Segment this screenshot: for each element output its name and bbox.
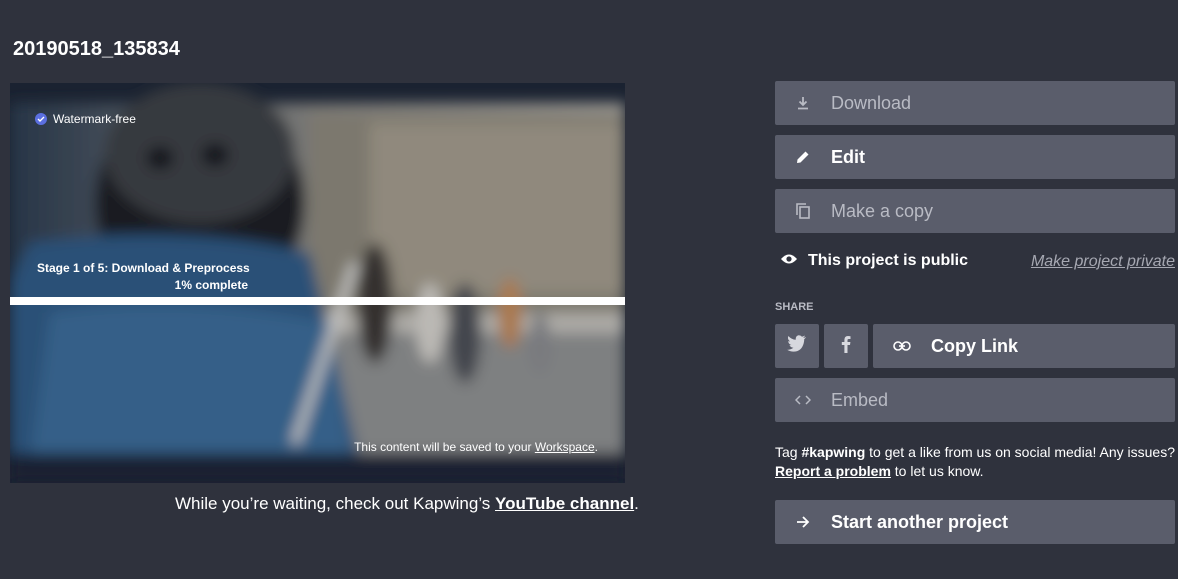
make-private-link[interactable]: Make project private: [1031, 253, 1175, 271]
report-problem-link[interactable]: Report a problem: [775, 463, 891, 479]
social-tag-message: Tag #kapwing to get a like from us on so…: [775, 443, 1175, 481]
make-copy-label: Make a copy: [831, 200, 934, 221]
copy-link-label: Copy Link: [931, 335, 1019, 356]
embed-button[interactable]: Embed: [775, 378, 1175, 422]
make-copy-button[interactable]: Make a copy: [775, 189, 1175, 233]
blurred-video-frame: [10, 83, 625, 483]
watermark-free-label: Watermark-free: [53, 112, 136, 126]
eye-icon: [780, 252, 798, 270]
download-icon: [775, 96, 831, 110]
waiting-suffix: .: [634, 494, 639, 513]
facebook-icon: [841, 335, 851, 358]
public-status: This project is public: [780, 252, 968, 270]
link-icon: [873, 341, 931, 351]
tag-middle: to get a like from us on social media! A…: [865, 444, 1175, 460]
check-circle-icon: [35, 113, 47, 125]
youtube-channel-link[interactable]: YouTube channel: [495, 494, 634, 513]
download-button[interactable]: Download: [775, 81, 1175, 125]
twitter-icon: [787, 335, 807, 357]
waiting-prefix: While you’re waiting, check out Kapwing’…: [175, 494, 496, 513]
twitter-share-button[interactable]: [775, 324, 819, 368]
share-section-label: SHARE: [775, 301, 814, 313]
watermark-free-badge: Watermark-free: [35, 112, 136, 126]
facebook-share-button[interactable]: [824, 324, 868, 368]
embed-label: Embed: [831, 389, 889, 410]
progress-bar-fill: [10, 297, 625, 305]
pencil-icon: [775, 149, 831, 165]
saved-note-suffix: .: [594, 440, 598, 454]
stage-label: Stage 1 of 5: Download & Preprocess: [37, 261, 250, 275]
workspace-link[interactable]: Workspace: [535, 440, 595, 454]
public-status-label: This project is public: [808, 252, 969, 269]
code-icon: [775, 395, 831, 405]
tag-suffix: to let us know.: [890, 463, 984, 479]
start-another-project-button[interactable]: Start another project: [775, 500, 1175, 544]
hashtag: #kapwing: [801, 444, 866, 460]
arrow-right-icon: [775, 516, 831, 528]
project-title: 20190518_135834: [13, 38, 180, 60]
edit-label: Edit: [831, 146, 865, 167]
waiting-message: While you’re waiting, check out Kapwing’…: [175, 494, 639, 514]
copy-icon: [775, 203, 831, 219]
video-preview: Watermark-free Stage 1 of 5: Download & …: [10, 83, 625, 483]
edit-button[interactable]: Edit: [775, 135, 1175, 179]
start-another-label: Start another project: [831, 511, 1009, 532]
percent-complete: 1% complete: [174, 278, 248, 292]
download-label: Download: [831, 92, 912, 113]
saved-to-workspace-note: This content will be saved to your Works…: [354, 440, 598, 454]
saved-note-prefix: This content will be saved to your: [354, 440, 535, 454]
copy-link-button[interactable]: Copy Link: [873, 324, 1175, 368]
tag-prefix: Tag: [775, 444, 802, 460]
